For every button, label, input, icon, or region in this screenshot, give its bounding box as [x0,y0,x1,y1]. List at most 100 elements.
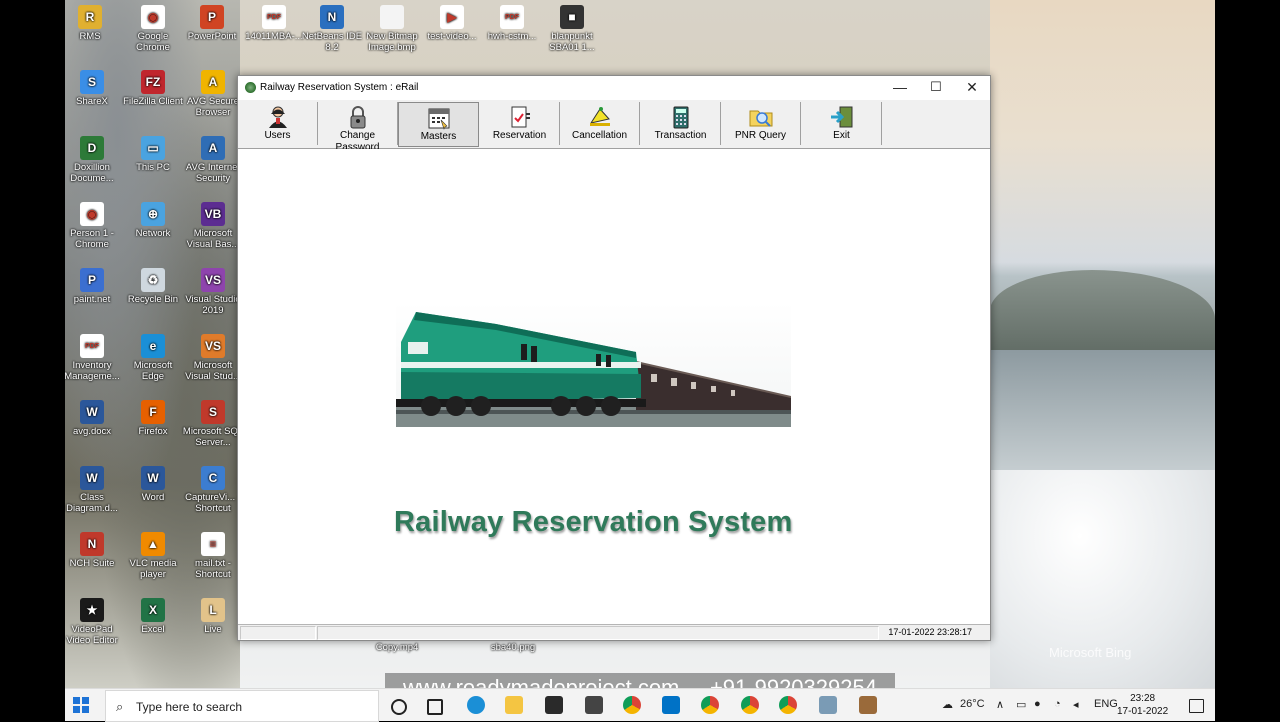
desktop-icon-label: Word [141,492,165,503]
erail-window: Railway Reservation System : eRail — ☐ ✕… [237,75,991,641]
calculator-icon [668,105,694,129]
pnr-query-button[interactable]: PNR Query [721,102,801,145]
desktop-icon[interactable]: ◉ Person 1 - Chrome [65,202,123,250]
reservation-button[interactable]: Reservation [480,102,560,145]
chrome-profile-icon[interactable] [701,696,719,714]
desktop-icon[interactable]: A AVG Secure Browser [182,70,244,118]
desktop-icon[interactable]: A AVG Internet Security [182,136,244,184]
desktop-icon[interactable]: N NetBeans IDE 8.2 [301,5,363,53]
microphone-icon[interactable]: ● [1034,698,1041,710]
desktop-icon-image: N [80,532,104,556]
task-view-icon[interactable] [427,699,443,715]
network-icon[interactable]: ▭ [1016,698,1026,711]
desktop-icon-image: FZ [141,70,165,94]
desktop-icon-label: NetBeans IDE 8.2 [301,31,363,53]
desktop-icon[interactable]: PDF 14011MBA-... [243,5,305,42]
exit-button[interactable]: Exit [802,102,882,145]
desktop-icon[interactable]: ⊕ Network [122,202,184,239]
desktop-icon[interactable]: D Doxillion Docume... [65,136,123,184]
minimize-button[interactable]: — [882,76,918,98]
desktop-icon-label: ShareX [76,96,108,107]
desktop-icon-image: ▭ [141,136,165,160]
desktop-icon[interactable]: P PowerPoint [181,5,243,42]
desktop-icon[interactable]: W Word [122,466,184,503]
weather-temperature[interactable]: 26°C [960,698,985,710]
store-icon[interactable] [545,696,563,714]
chrome-icon[interactable] [623,696,641,714]
desktop-icon[interactable]: L Live [182,598,244,635]
desktop-icon[interactable]: S Microsoft SQL Server... [182,400,244,448]
desktop-icon-image: VS [201,334,225,358]
chevron-up-icon[interactable]: ∧ [996,698,1004,711]
desktop-icon[interactable]: ◉ Google Chrome [122,5,184,53]
mail-icon[interactable] [585,696,603,714]
desktop-icon[interactable]: W Class Diagram.d... [65,466,123,514]
desktop-icon-image: ▲ [141,532,165,556]
file-explorer-icon[interactable] [505,696,523,714]
taskbar: ⌕ Type here to search ☁ 26°C ∧ ▭ ● ◔ ◂ E… [65,688,1215,722]
edge-icon[interactable] [467,696,485,714]
desktop-icon-image: N [320,5,344,29]
tool-label: Masters [420,131,457,142]
desktop-icon[interactable]: X Excel [122,598,184,635]
desktop-icon[interactable]: Ppaint.net [65,268,123,305]
desktop-icon[interactable]: New Bitmap Image.bmp [361,5,423,53]
desktop-icon[interactable]: ▲ VLC media player [122,532,184,580]
desktop-icon[interactable]: VS Visual Studio 2019 [182,268,244,316]
desktop-icon[interactable]: PDF Inventory Manageme... [65,334,123,382]
desktop-icon[interactable]: ♻ Recycle Bin [122,268,184,305]
desktop-icon[interactable]: PDF hwh-cstm... [481,5,543,42]
users-button[interactable]: Users [238,102,318,145]
maximize-button[interactable]: ☐ [918,76,954,98]
desktop-icon-label: AVG Internet Security [185,162,241,184]
close-button[interactable]: ✕ [954,76,990,98]
language-indicator[interactable]: ENG [1094,698,1118,710]
desktop-icon[interactable]: S ShareX [65,70,123,107]
users-icon [265,105,291,129]
taskbar-search-input[interactable]: ⌕ Type here to search [105,690,379,722]
desktop-icon-label: AVG Secure Browser [186,96,240,118]
desktop-icon[interactable]: F Firefox [122,400,184,437]
desktop-icon[interactable]: e Microsoft Edge [122,334,184,382]
chrome-profile-3-icon[interactable] [779,696,797,714]
desktop-icon[interactable]: ▭ This PC [122,136,184,173]
masters-button[interactable]: Masters [398,102,479,147]
desktop-icon-label: Microsoft Visual Bas... [186,228,240,250]
chrome-profile-2-icon[interactable] [741,696,759,714]
change-password-button[interactable]: Change Password [318,102,398,153]
desktop-icon-image: ◉ [141,5,165,29]
main-content-area: Railway Reservation System [238,149,990,624]
cancellation-button[interactable]: Cancellation [560,102,640,145]
desktop-icon[interactable]: VS Microsoft Visual Stud... [182,334,244,382]
weather-icon[interactable]: ☁ [942,698,953,711]
cortana-icon[interactable] [391,699,407,715]
title-bar[interactable]: Railway Reservation System : eRail — ☐ ✕ [238,76,990,100]
desktop-icon-label: Recycle Bin [127,294,179,305]
transaction-button[interactable]: Transaction [641,102,721,145]
desktop-file-sba40[interactable]: sba40.png [483,642,543,653]
notifications-icon[interactable] [1189,699,1204,713]
desktop-icon[interactable]: VB Microsoft Visual Bas... [182,202,244,250]
desktop-icon[interactable]: ▶ test-video... [421,5,483,42]
outlook-icon[interactable] [662,696,680,714]
desktop-icon[interactable]: C CaptureVi... - Shortcut [182,466,244,514]
desktop-icon-image: X [141,598,165,622]
desktop-icon[interactable]: R RMS [65,5,121,42]
desktop-icon[interactable]: ★ VideoPad Video Editor [65,598,123,646]
tools-icon[interactable] [819,696,837,714]
desktop-icon[interactable]: ≡ mail.txt - Shortcut [182,532,244,580]
desktop-file-copy-mp4[interactable]: Copy.mp4 [367,642,427,653]
windows-start-icon[interactable] [73,697,89,713]
desktop-icon[interactable]: ■ blanpunkt SBA01 1... [541,5,603,53]
desktop-icon[interactable]: Wavg.docx [65,400,123,437]
erail-app-icon[interactable] [859,696,877,714]
desktop-icon[interactable]: FZ FileZilla Client [122,70,184,107]
desktop-icon-label: Person 1 - Chrome [70,228,114,250]
desktop-icon-label: Network [135,228,171,239]
main-toolbar: Users Change Password Masters Reservatio… [238,100,990,153]
wifi-icon[interactable]: ◔ [1054,698,1061,710]
volume-icon[interactable]: ◂ [1073,698,1079,711]
taskbar-clock[interactable]: 23:28 17-01-2022 [1117,692,1168,718]
desktop-icon-image: e [141,334,165,358]
desktop-icon[interactable]: N NCH Suite [65,532,123,569]
